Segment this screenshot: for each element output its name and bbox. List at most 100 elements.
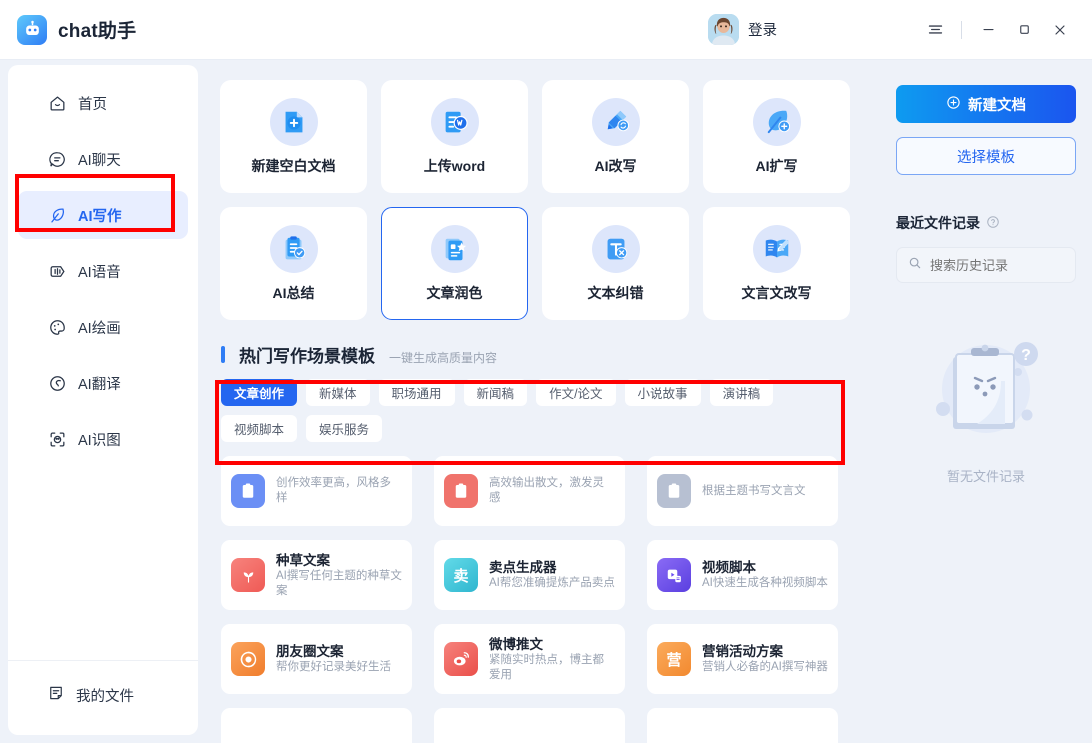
tab-entertainment[interactable]: 娱乐服务 [306, 415, 383, 442]
search-icon [908, 256, 922, 275]
template-card[interactable]: 根据主题书写文言文 [647, 456, 838, 526]
template-card[interactable] [434, 708, 625, 743]
user-avatar[interactable] [708, 14, 739, 45]
template-text: 卖点生成器 AI帮您准确提炼产品卖点 [489, 559, 615, 591]
plus-circle-icon [946, 95, 961, 114]
sidebar-footer: 我的文件 [8, 660, 198, 735]
sidebar-item-label: AI语音 [78, 264, 121, 281]
upload-word-icon [430, 97, 479, 146]
feature-card-new-blank-doc[interactable]: 新建空白文档 [220, 80, 367, 193]
template-card[interactable]: 微博推文 紧随实时热点，博主都爱用 [434, 624, 625, 694]
tab-workplace[interactable]: 职场通用 [378, 379, 455, 406]
template-card[interactable] [647, 708, 838, 743]
sidebar-item-ai-chat[interactable]: AI聊天 [18, 135, 188, 183]
waveform-icon [47, 261, 67, 281]
sell-icon: 卖 [444, 558, 478, 592]
feature-card-ai-expand[interactable]: AI扩写 [703, 80, 850, 193]
video-icon [657, 558, 691, 592]
template-text: 微博推文 紧随实时热点，博主都爱用 [489, 636, 615, 683]
empty-clipboard-illustration: ? [923, 337, 1049, 454]
section-subtitle: 一键生成高质量内容 [389, 351, 498, 365]
empty-state: ? 暂无文件记录 [896, 337, 1076, 485]
feature-card-ai-summary[interactable]: AI总结 [220, 207, 367, 320]
history-search-box[interactable] [896, 247, 1076, 283]
template-category-tabs: 文章创作 新媒体 职场通用 新闻稿 作文/论文 小说故事 演讲稿 视频脚本 娱乐… [206, 367, 838, 442]
sidebar-item-my-files[interactable]: 我的文件 [8, 675, 198, 715]
article-polish-icon [430, 224, 479, 273]
main-content: 新建空白文档 上传word AI改写 AI扩写 AI总结 文章润色 文本纠错 文… [206, 65, 858, 743]
feature-card-classical-rewrite[interactable]: 文言文改写 [703, 207, 850, 320]
template-card[interactable]: 营 营销活动方案 营销人必备的AI撰写神器 [647, 624, 838, 694]
template-card[interactable] [221, 708, 412, 743]
tab-essay-thesis[interactable]: 作文/论文 [536, 379, 616, 406]
sidebar-item-label: AI识图 [78, 432, 121, 449]
template-desc: 高效输出散文，激发灵感 [489, 477, 604, 504]
template-text: 营销活动方案 营销人必备的AI撰写神器 [702, 643, 828, 675]
template-desc: 营销人必备的AI撰写神器 [702, 661, 828, 673]
template-desc: AI帮您准确提炼产品卖点 [489, 577, 615, 589]
choose-template-button[interactable]: 选择模板 [896, 137, 1076, 175]
svg-text:?: ? [1021, 347, 1031, 364]
chat-bubble-icon [47, 149, 67, 169]
brand: chat助手 [0, 14, 136, 45]
classical-rewrite-icon [752, 224, 801, 273]
template-card[interactable]: 视频脚本 AI快速生成各种视频脚本 [647, 540, 838, 610]
search-input[interactable] [930, 257, 1058, 273]
new-document-label: 新建文档 [968, 97, 1026, 114]
tab-new-media[interactable]: 新媒体 [306, 379, 370, 406]
tab-video-script[interactable]: 视频脚本 [221, 415, 298, 442]
account-label: 登录 [748, 23, 777, 39]
template-desc: 创作效率更高，风格多样 [276, 477, 391, 504]
sidebar-item-ai-voice[interactable]: AI语音 [18, 247, 188, 295]
feature-card-article-polish[interactable]: 文章润色 [381, 207, 528, 320]
feature-card-label: 新建空白文档 [251, 157, 336, 174]
template-text: 视频脚本 AI快速生成各种视频脚本 [702, 559, 828, 591]
feature-card-label: AI改写 [594, 157, 637, 174]
marketing-icon: 营 [657, 642, 691, 676]
minimize-icon[interactable] [970, 10, 1006, 50]
template-name: 营销活动方案 [702, 644, 783, 659]
close-icon[interactable] [1042, 10, 1078, 50]
sidebar-item-ai-drawing[interactable]: AI绘画 [18, 303, 188, 351]
new-blank-doc-icon [269, 97, 318, 146]
sidebar-item-ai-writing[interactable]: AI写作 [18, 191, 188, 239]
sidebar-item-label: 首页 [78, 96, 107, 113]
hamburger-menu-icon[interactable] [917, 10, 953, 50]
feature-card-upload-word[interactable]: 上传word [381, 80, 528, 193]
sidebar-item-ai-image-recognition[interactable]: AI识图 [18, 415, 188, 463]
account-login[interactable]: 登录 [708, 14, 777, 45]
tab-article-creation[interactable]: 文章创作 [221, 379, 298, 406]
image-scan-icon [47, 429, 67, 449]
new-document-button[interactable]: 新建文档 [896, 85, 1076, 123]
sidebar-footer-label: 我的文件 [76, 688, 134, 705]
tab-press-release[interactable]: 新闻稿 [463, 379, 528, 406]
sidebar-item-label: AI翻译 [78, 376, 121, 393]
sidebar-nav: 首页 AI聊天 AI写作 AI语音 AI绘画 AI翻译 AI识图 [8, 65, 198, 660]
template-card[interactable]: 高效输出散文，激发灵感 [434, 456, 625, 526]
feature-card-text-correct[interactable]: 文本纠错 [542, 207, 689, 320]
section-accent-bar [221, 346, 225, 363]
tab-novel-story[interactable]: 小说故事 [624, 379, 701, 406]
sidebar-item-home[interactable]: 首页 [18, 79, 188, 127]
sidebar-item-ai-translate[interactable]: AI翻译 [18, 359, 188, 407]
maximize-icon[interactable] [1006, 10, 1042, 50]
template-card[interactable]: 朋友圈文案 帮你更好记录美好生活 [221, 624, 412, 694]
recent-files-header: 最近文件记录 [896, 213, 1076, 233]
template-card[interactable]: 种草文案 AI撰写任何主题的种草文案 [221, 540, 412, 610]
feature-card-ai-rewrite[interactable]: AI改写 [542, 80, 689, 193]
tab-speech[interactable]: 演讲稿 [709, 379, 774, 406]
pen-feather-icon [47, 205, 67, 225]
window-controls [917, 10, 1078, 50]
section-header: 热门写作场景模板 一键生成高质量内容 [206, 320, 858, 367]
template-card[interactable]: 卖 卖点生成器 AI帮您准确提炼产品卖点 [434, 540, 625, 610]
right-panel: 新建文档 选择模板 最近文件记录 搜索历史记录 ? 暂无文件记录 [864, 65, 1092, 743]
sidebar-item-label: AI聊天 [78, 152, 121, 169]
question-mark-icon[interactable] [986, 215, 1000, 232]
template-text: 根据主题书写文言文 [702, 484, 806, 499]
doc-blue-icon [231, 474, 265, 508]
template-card[interactable]: 创作效率更高，风格多样 [221, 456, 412, 526]
sidebar-item-label: AI绘画 [78, 320, 121, 337]
template-name: 种草文案 [276, 552, 330, 568]
template-text: 种草文案 AI撰写任何主题的种草文案 [276, 552, 402, 599]
titlebar-right: 登录 [708, 10, 1092, 50]
